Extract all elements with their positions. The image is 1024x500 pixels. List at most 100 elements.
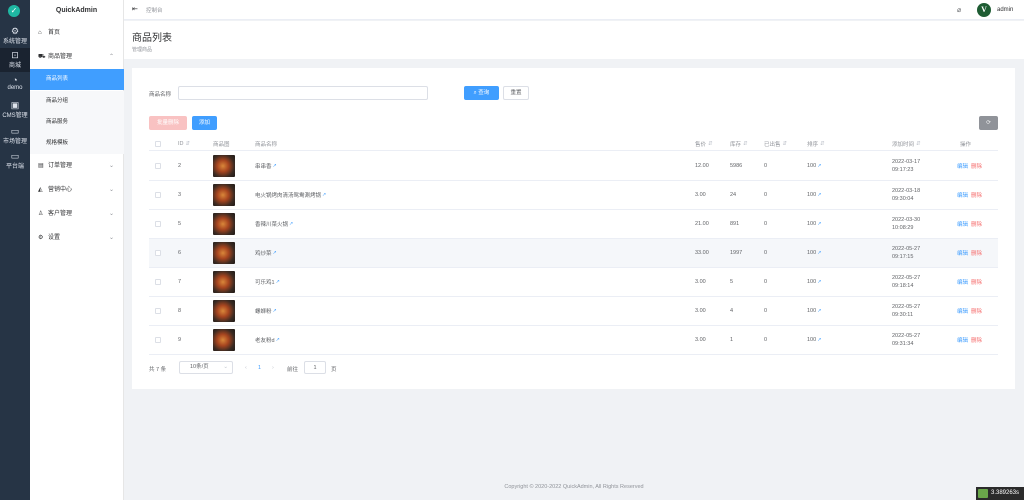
delete-link[interactable]: 删除 [971,220,982,228]
edit-icon[interactable]: ↗ [289,221,293,227]
cell-sort: 100 ↗ [807,337,822,343]
menu-item-spec-template[interactable]: 规格模板 [30,133,124,154]
cell-sort: 100 ↗ [807,308,822,314]
prev-page-icon[interactable]: ‹ [245,365,247,371]
row-checkbox[interactable] [155,221,161,227]
delete-link[interactable]: 删除 [971,336,982,344]
edit-icon[interactable]: ↗ [817,221,821,227]
rail-item-mall[interactable]: ⊡ 商城 [0,48,30,72]
row-checkbox[interactable] [155,279,161,285]
edit-link[interactable]: 编辑 [957,307,968,315]
menu-item-marketing[interactable]: ◭ 营销中心 ⌄ [30,179,124,201]
collapse-icon[interactable]: ⇤ [132,5,138,13]
rail-item-platform[interactable]: ▭ 平台端 [0,149,30,173]
breadcrumb[interactable]: 控制台 [146,6,163,14]
goods-thumbnail[interactable] [213,242,235,264]
reset-button[interactable]: 重置 [503,86,529,100]
menu-item-orders[interactable]: ▤ 订单管理 ⌄ [30,155,124,177]
goods-name-input[interactable] [178,86,428,100]
sort-icon[interactable]: ⇵ [186,141,191,147]
page-subtitle: 管理商品 [132,47,153,53]
edit-link[interactable]: 编辑 [957,220,968,228]
cell-id: 3 [178,192,182,198]
username[interactable]: admin [997,7,1013,13]
monitor-icon: ▭ [10,151,20,161]
rail-item-cms[interactable]: ▣ CMS管理 [0,98,30,122]
clear-cache-icon[interactable]: ⌀ [957,6,961,14]
cell-name: 香辣川菜火锅 ↗ [255,221,294,228]
edit-icon[interactable]: ↗ [817,163,821,169]
col-sold: 已出售 ⇵ [764,141,788,148]
edit-icon[interactable]: ↗ [817,337,821,343]
menu-item-goods[interactable]: ⛟ 商品管理 ⌃ [30,46,124,68]
edit-icon[interactable]: ↗ [322,192,326,198]
edit-link[interactable]: 编辑 [957,191,968,199]
sort-icon[interactable]: ⇵ [916,141,921,147]
goods-thumbnail[interactable] [213,213,235,235]
menu-item-customers[interactable]: ♙ 客户管理 ⌄ [30,203,124,225]
edit-icon[interactable]: ↗ [273,163,277,169]
goods-thumbnail[interactable] [213,271,235,293]
rail-item-system[interactable]: ⚙ 系统管理 [0,24,30,48]
rail-item-market[interactable]: ▭ 市场管理 [0,124,30,148]
menu-item-home[interactable]: ⌂ 首页 [30,22,124,44]
edit-icon[interactable]: ↗ [817,250,821,256]
table-row: 6 鸡炒菜 ↗ 33.00 1997 0 100 ↗ 2022-05-27 09:17:15 编辑删… [149,239,998,268]
add-button[interactable]: 添加 [192,116,217,130]
edit-icon[interactable]: ↗ [273,250,277,256]
next-page-icon[interactable]: › [272,365,274,371]
delete-link[interactable]: 删除 [971,307,982,315]
delete-link[interactable]: 删除 [971,249,982,257]
goods-thumbnail[interactable] [213,155,235,177]
timer-icon [978,489,988,498]
avatar[interactable]: V [977,3,991,17]
query-button[interactable]: ⌕ 查询 [464,86,499,100]
cell-id: 2 [178,163,182,169]
row-checkbox[interactable] [155,163,161,169]
sort-icon[interactable]: ⇵ [708,141,713,147]
chevron-down-icon: ⌄ [108,187,114,193]
cell-sold: 0 [764,163,768,169]
sort-icon[interactable]: ⇵ [820,141,825,147]
goods-thumbnail[interactable] [213,300,235,322]
edit-icon[interactable]: ↗ [276,279,280,285]
menu-label: 商品管理 [48,54,73,60]
batch-delete-button[interactable]: 批量删除 [149,116,187,130]
cell-sort: 100 ↗ [807,279,822,285]
page-size-select[interactable]: 10条/页 ⌄ [179,361,233,374]
box-icon: ▣ [10,100,20,110]
menu-label: 设置 [48,235,61,241]
edit-icon[interactable]: ↗ [817,308,821,314]
select-all-checkbox[interactable] [155,141,161,147]
goods-thumbnail[interactable] [213,184,235,206]
page-number[interactable]: 1 [258,365,261,371]
sort-icon[interactable]: ⇵ [743,141,748,147]
row-checkbox[interactable] [155,337,161,343]
cell-created: 2022-05-27 09:17:15 [892,246,921,260]
row-checkbox[interactable] [155,250,161,256]
cell-stock: 24 [730,192,737,198]
menu-item-goods-service[interactable]: 商品服务 [30,112,124,133]
edit-link[interactable]: 编辑 [957,162,968,170]
edit-icon[interactable]: ↗ [817,192,821,198]
row-checkbox[interactable] [155,308,161,314]
menu-item-goods-group[interactable]: 商品分组 [30,91,124,112]
goods-thumbnail[interactable] [213,329,235,351]
edit-icon[interactable]: ↗ [276,337,280,343]
edit-link[interactable]: 编辑 [957,278,968,286]
menu-item-settings[interactable]: ⚙ 设置 ⌄ [30,227,124,249]
delete-link[interactable]: 删除 [971,191,982,199]
edit-icon[interactable]: ↗ [273,308,277,314]
sort-icon[interactable]: ⇵ [783,141,788,147]
user-icon: ♙ [38,211,44,217]
menu-item-goods-list[interactable]: 商品列表 [30,69,124,90]
edit-link[interactable]: 编辑 [957,336,968,344]
edit-icon[interactable]: ↗ [817,279,821,285]
refresh-icon[interactable]: ⟳ [979,116,998,130]
delete-link[interactable]: 删除 [971,162,982,170]
goto-page-input[interactable] [304,361,326,374]
delete-link[interactable]: 删除 [971,278,982,286]
row-checkbox[interactable] [155,192,161,198]
edit-link[interactable]: 编辑 [957,249,968,257]
rail-item-demo[interactable]: ◔ demo [0,73,30,97]
